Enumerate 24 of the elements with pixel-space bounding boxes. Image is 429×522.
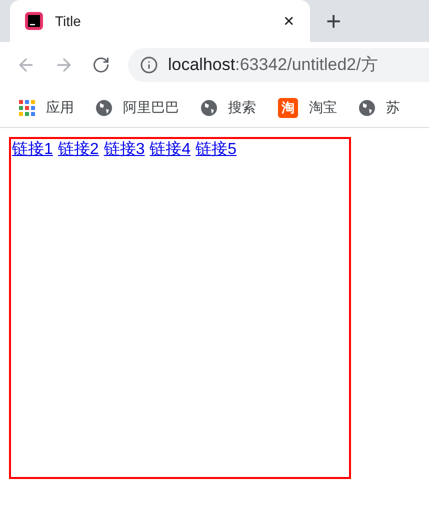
bookmark[interactable]: 淘 淘宝 xyxy=(278,97,337,118)
globe-icon xyxy=(359,100,375,116)
close-tab-button[interactable]: ✕ xyxy=(283,10,295,32)
apps-grid-icon xyxy=(19,100,35,116)
globe-icon xyxy=(96,100,112,116)
url-text: localhost:63342/untitled2/方 xyxy=(168,54,378,76)
new-tab-button[interactable]: + xyxy=(326,0,342,42)
info-icon[interactable] xyxy=(140,56,158,74)
link[interactable]: 链接3 xyxy=(104,139,145,161)
taobao-icon: 淘 xyxy=(278,98,298,118)
link[interactable]: 链接4 xyxy=(150,139,191,161)
reload-icon[interactable] xyxy=(92,56,110,74)
tab-title: Title xyxy=(55,12,82,30)
address-bar[interactable]: localhost:63342/untitled2/方 xyxy=(128,48,429,82)
app-logo-icon xyxy=(25,12,43,30)
link[interactable]: 链接1 xyxy=(12,139,53,161)
browser-tab[interactable]: Title ✕ xyxy=(10,0,310,42)
link[interactable]: 链接5 xyxy=(196,139,237,161)
bookmark[interactable]: 阿里巴巴 xyxy=(96,97,179,118)
bookmark[interactable]: 苏 xyxy=(359,97,400,118)
link[interactable]: 链接2 xyxy=(58,139,99,161)
bookmark[interactable]: 搜索 xyxy=(201,97,256,118)
globe-icon xyxy=(201,100,217,116)
bookmark[interactable]: 应用 xyxy=(19,97,74,118)
